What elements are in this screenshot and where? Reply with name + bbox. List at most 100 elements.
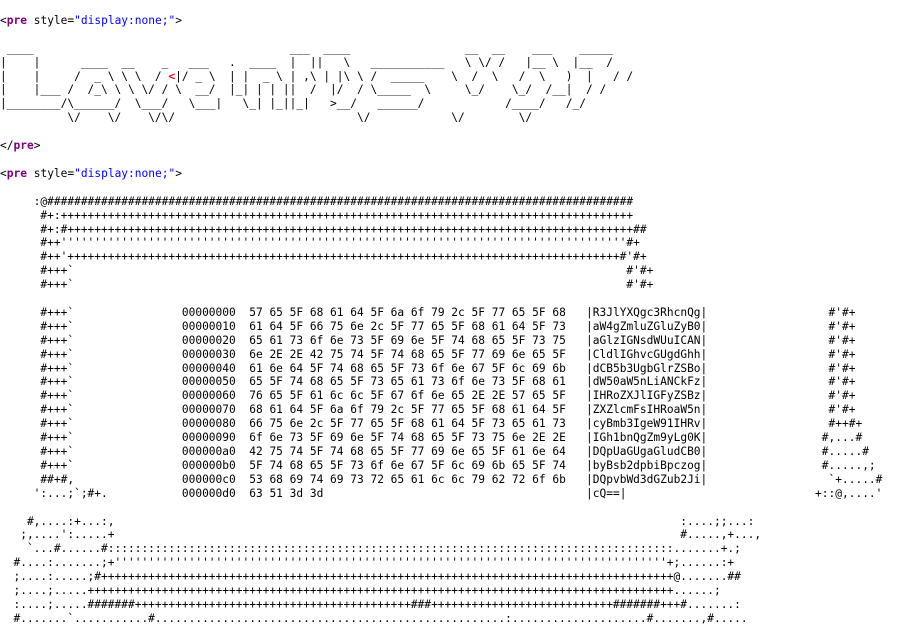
hex-frame-right: #'#+ [707,389,856,403]
hex-bytes: 61 6e 64 5F 74 68 65 5F 73 6f 6e 67 5F 6… [249,361,566,375]
hexdump-row: #+++` 00000060 76 65 5F 61 6c 6c 5F 67 6… [0,389,882,403]
hexdump-row: ':...;`;#+. 000000d0 63 51 3d 3d |cQ==| … [0,486,883,501]
hex-bytes: 6f 6e 73 5F 69 6e 5F 74 68 65 5F 73 75 6… [249,431,566,445]
hexdump-row: #+++` 00000080 66 75 6e 2c 5F 77 65 5F 6… [0,417,882,431]
hex-gap [236,334,249,347]
hex-gap [236,473,249,486]
hex-offset: 000000b0 [181,458,236,472]
hex-gap [236,320,249,333]
hexdump-block: #+++` 00000000 57 65 5F 68 61 64 5F 6a 6… [0,305,883,501]
hex-frame-left: #+++` [0,375,182,389]
hexdump-row: #+++` 00000050 65 5F 74 68 65 5F 73 65 6… [0,375,882,389]
hexdump-row: ##+#, 000000c0 53 68 69 74 69 73 72 65 6… [0,473,882,487]
hex-gap [566,403,586,416]
hex-ascii: |cyBmb3IgeW91IHRv| [586,417,708,431]
hex-bytes: 53 68 69 74 69 73 72 65 61 6c 6c 79 62 7… [249,472,566,486]
banner-line: |________/\______/ \___/ \___| \_| |_||_… [0,97,620,111]
tag-bracket: > [175,166,182,180]
frame-line: #+++` #'#+ [0,278,654,292]
hex-gap [566,320,586,333]
hex-frame-right: +::@,....' [700,486,883,500]
hex-frame-left: #+++` [0,361,182,375]
hex-frame-right: #'#+ [707,361,856,375]
hex-frame-left: #+++` [0,319,182,333]
hex-frame-left: #+++` [0,431,182,445]
tag-bracket: > [33,139,41,153]
hex-offset: 00000080 [181,417,236,431]
hex-gap [236,389,249,402]
hex-ascii: |aGlzIGNsdWUuICAN| [586,333,708,347]
frame-line: `...#......#::::::::::::::::::::::::::::… [0,542,741,556]
hex-bytes: 57 65 5F 68 61 64 5F 6a 6f 79 2c 5F 77 6… [249,305,566,319]
tag-bracket: < [0,13,7,27]
pre-open-tag-2: <pre style="display:none;"> [0,167,882,181]
hex-gap [236,417,249,430]
hex-bytes: 61 64 5F 66 75 6e 2c 5F 77 65 5F 68 61 6… [249,319,566,333]
hex-gap [566,431,586,444]
hex-bytes: 76 65 5F 61 6c 6c 5F 67 6f 6e 65 2E 2E 5… [249,389,566,403]
tag-name: pre [6,13,27,27]
hex-gap [566,375,586,388]
tag-bracket: < [0,166,7,180]
pre-open-tag-1: <pre style="display:none;"> [0,14,882,28]
hex-ascii: |DQpUaGUgaGludCB0| [586,445,708,458]
hex-gap [566,334,586,347]
hex-bytes: 65 5F 74 68 65 5F 73 65 61 73 6f 6e 73 5… [249,375,566,389]
hex-gap [236,431,249,444]
hex-frame-left: #+++` [0,445,182,458]
hex-ascii: |byBsb2dpbiBpczog| [586,458,708,472]
hex-offset: 00000060 [181,389,236,403]
tag-bracket: </ [0,139,14,153]
frame-line: #+++` #'#+ [0,264,654,278]
hexdump-row: #+++` 00000010 61 64 5F 66 75 6e 2c 5F 7… [0,320,882,334]
hex-frame-right: #'#+ [707,403,856,417]
banner-line: ____ ___ ____ __ __ ___ _____ [0,41,634,55]
hexdump-row: #+++` 00000090 6f 6e 73 5F 69 6e 5F 74 6… [0,431,882,445]
hex-ascii: |ZXZlcmFsIHRoaW5n| [586,403,708,417]
hexdump-row: #+++` 00000020 65 61 73 6f 6e 73 5F 69 6… [0,334,882,348]
hexdump-row: #+++` 000000a0 42 75 74 5F 74 68 65 5F 7… [0,445,882,459]
hexdump-row: #+++` 00000040 61 6e 64 5F 74 68 65 5F 7… [0,362,882,376]
source-view: <pre style="display:none;"> ____ ___ ___… [0,0,882,640]
hex-gap [566,459,586,472]
hex-frame-right: #.....,; [707,458,876,472]
tag-name: pre [6,166,27,180]
frame-line: ;,....':.....+ #.....,+..., [0,528,762,542]
hex-frame-left: #+++` [0,458,182,472]
ascii-banner: ____ ___ ____ __ __ ___ _____ | | ____ _… [0,42,882,125]
hex-offset: 00000050 [181,375,236,389]
banner-line: | | / _ \ \ \ / <|/ _ \ | | _ \ | ,\ | |… [0,69,654,83]
hex-gap [236,487,249,500]
frame-line: ;....:.....;#+++++++++++++++++++++++++++… [0,570,741,584]
hex-offset: 00000020 [181,333,236,347]
hex-frame-right: #++#+ [707,417,863,431]
hex-frame-right: #'#+ [707,319,856,333]
hex-ascii: |dCB5b3UgbGlrZSBo| [586,361,708,375]
frame-line: :....;.....#######++++++++++++++++++++++… [0,597,741,611]
hex-offset: 000000a0 [181,445,236,458]
ascii-frame-bottom: #,....:+...:, :....;;...: ;,....':.....+ [0,515,882,626]
banner-line: \/ \/ \/\/ \/ \/ \/ [0,111,600,125]
frame-line: #,....:+...:, :....;;...: [0,514,755,528]
tag-bracket: > [175,13,182,27]
hex-frame-right: #'#+ [707,375,856,389]
hex-gap [566,306,586,319]
frame-line: :@######################################… [0,194,634,208]
hex-gap [236,403,249,416]
frame-line: #.......`...........#...................… [0,611,748,625]
hex-ascii: |R3JlYXQgc3RhcnQg| [586,305,708,319]
hex-gap [236,348,249,361]
hex-gap [236,306,249,319]
hex-ascii: |DQpvbWd3dGZub2Ji| [586,472,708,486]
frame-line: #+:+++++++++++++++++++++++++++++++++++++… [0,208,634,222]
hex-frame-right: #'#+ [707,347,856,361]
hex-gap [236,459,249,472]
frame-line: #+:#++++++++++++++++++++++++++++++++++++… [0,222,647,236]
frame-line: #....:.......;+'''''''''''''''''''''''''… [0,556,735,570]
frame-line: ;....;.....+++++++++++++++++++++++++++++… [0,584,721,598]
ascii-frame-top: :@######################################… [0,195,882,292]
hex-frame-right: #'#+ [707,305,856,319]
hex-ascii: |IGh1bnQgZm9yLg0K| [586,431,708,445]
hex-frame-left: #+++` [0,403,182,417]
hexdump-row: #+++` 000000b0 5F 74 68 65 5F 73 6f 6e 6… [0,459,882,473]
